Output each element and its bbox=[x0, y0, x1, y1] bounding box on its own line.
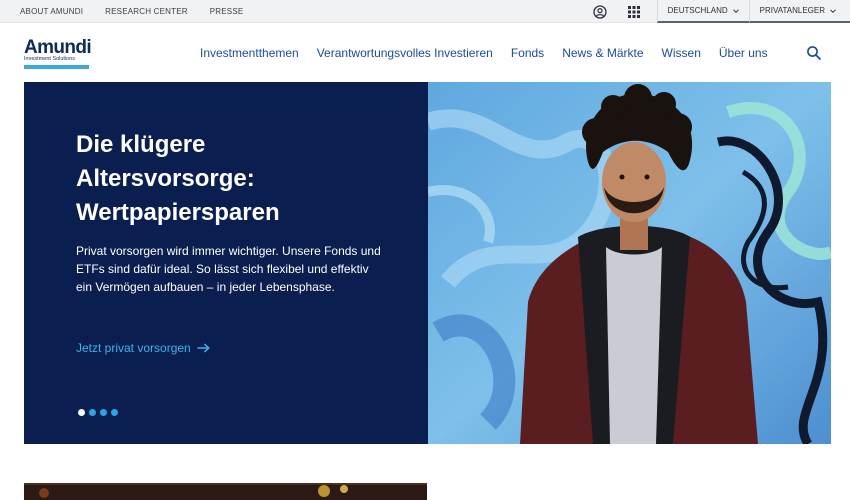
main-header: Amundi Investment Solutions Investmentth… bbox=[0, 23, 850, 82]
carousel-dot-1[interactable] bbox=[78, 409, 85, 416]
carousel-dot-3[interactable] bbox=[100, 409, 107, 416]
utility-actions: DEUTSCHLAND PRIVATANLEGER bbox=[583, 0, 850, 23]
nav-news-maerkte[interactable]: News & Märkte bbox=[562, 46, 643, 60]
audience-dropdown[interactable]: PRIVATANLEGER bbox=[748, 0, 850, 23]
arrow-right-icon bbox=[197, 343, 210, 353]
grid-icon bbox=[627, 5, 640, 18]
hero-cta-link[interactable]: Jetzt privat vorsorgen bbox=[76, 341, 210, 355]
country-dropdown[interactable]: DEUTSCHLAND bbox=[656, 0, 749, 23]
carousel-dots bbox=[78, 409, 118, 416]
utility-links: ABOUT AMUNDI RESEARCH CENTER PRESSE bbox=[20, 0, 243, 23]
nav-verantwortungsvolles-investieren[interactable]: Verantwortungsvolles Investieren bbox=[317, 46, 493, 60]
logo-wordmark: Amundi bbox=[24, 37, 92, 58]
utility-bar: ABOUT AMUNDI RESEARCH CENTER PRESSE DEUT… bbox=[0, 0, 850, 23]
hero-carousel: Die klügere Altersvorsorge: Wertpapiersp… bbox=[24, 82, 831, 444]
logo-bar bbox=[24, 65, 89, 69]
carousel-dot-2[interactable] bbox=[89, 409, 96, 416]
nav-ueber-uns[interactable]: Über uns bbox=[719, 46, 768, 60]
audience-label: PRIVATANLEGER bbox=[759, 6, 825, 15]
chevron-down-icon bbox=[732, 8, 739, 13]
country-label: DEUTSCHLAND bbox=[667, 6, 728, 15]
hero-photo bbox=[428, 82, 831, 444]
chevron-down-icon bbox=[830, 8, 836, 13]
teaser-image[interactable] bbox=[24, 483, 427, 500]
main-nav: Investmentthemen Verantwortungsvolles In… bbox=[200, 23, 786, 82]
search-button[interactable] bbox=[806, 45, 822, 61]
link-presse[interactable]: PRESSE bbox=[210, 7, 244, 16]
account-button[interactable] bbox=[583, 0, 617, 23]
hero-description: Privat vorsorgen wird immer wichtiger. U… bbox=[76, 244, 381, 294]
link-research-center[interactable]: RESEARCH CENTER bbox=[105, 7, 188, 16]
hero-person-image bbox=[428, 82, 831, 444]
nav-fonds[interactable]: Fonds bbox=[511, 46, 544, 60]
apps-button[interactable] bbox=[617, 0, 651, 23]
hero-cta-label: Jetzt privat vorsorgen bbox=[76, 341, 191, 355]
nav-wissen[interactable]: Wissen bbox=[662, 46, 701, 60]
hero-text-panel: Die klügere Altersvorsorge: Wertpapiersp… bbox=[24, 82, 428, 444]
nav-investmentthemen[interactable]: Investmentthemen bbox=[200, 46, 299, 60]
hero-title: Die klügere Altersvorsorge: Wertpapiersp… bbox=[76, 131, 280, 226]
teaser-photo bbox=[24, 483, 427, 500]
user-circle-icon bbox=[592, 4, 607, 19]
search-icon bbox=[807, 46, 821, 60]
link-about-amundi[interactable]: ABOUT AMUNDI bbox=[20, 7, 83, 16]
carousel-dot-4[interactable] bbox=[111, 409, 118, 416]
amundi-logo[interactable]: Amundi Investment Solutions bbox=[24, 37, 92, 69]
